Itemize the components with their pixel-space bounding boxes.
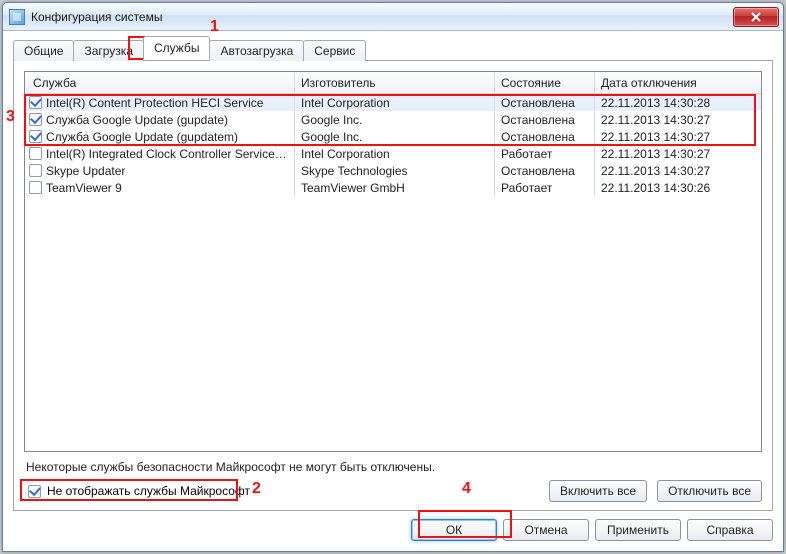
service-checkbox[interactable] (29, 96, 42, 109)
service-state: Остановлена (501, 164, 575, 178)
service-name: Служба Google Update (gupdate) (46, 113, 228, 127)
table-row[interactable]: Skype Updater Skype Technologies Остановле… (25, 162, 761, 179)
hide-microsoft-services[interactable]: Не отображать службы Майкрософт (24, 481, 256, 501)
service-checkbox[interactable] (29, 147, 42, 160)
service-date: 22.11.2013 14:30:27 (601, 147, 710, 161)
service-manufacturer: Skype Technologies (301, 164, 408, 178)
tab-Общие[interactable]: Общие (13, 40, 74, 61)
ok-button[interactable]: ОК (411, 519, 497, 541)
table-row[interactable]: Intel(R) Content Protection HECI Service… (25, 94, 761, 111)
service-date: 22.11.2013 14:30:27 (601, 113, 710, 127)
tab-Службы[interactable]: Службы (143, 36, 210, 60)
security-note: Некоторые службы безопасности Майкрософт… (26, 460, 760, 474)
tabstrip: ОбщиеЗагрузкаСлужбыАвтозагрузкаСервис (13, 37, 773, 60)
service-name: Skype Updater (46, 164, 125, 178)
msconfig-window: Конфигурация системы ОбщиеЗагрузкаСлужбы… (2, 2, 784, 552)
service-date: 22.11.2013 14:30:26 (601, 181, 710, 195)
column-disabled-date[interactable]: Дата отключения (595, 72, 761, 93)
list-body[interactable]: Intel(R) Content Protection HECI Service… (25, 94, 761, 451)
service-name: TeamViewer 9 (46, 181, 122, 195)
service-manufacturer: TeamViewer GmbH (301, 181, 405, 195)
table-row[interactable]: Intel(R) Integrated Clock Controller Ser… (25, 145, 761, 162)
services-listview[interactable]: Служба Изготовитель Состояние Дата отклю… (24, 71, 762, 452)
service-checkbox[interactable] (29, 130, 42, 143)
tab-Загрузка[interactable]: Загрузка (73, 40, 144, 61)
hide-ms-checkbox[interactable] (28, 485, 41, 498)
hide-ms-label: Не отображать службы Майкрософт (47, 484, 250, 498)
cancel-button[interactable]: Отмена (503, 519, 589, 541)
titlebar[interactable]: Конфигурация системы (3, 3, 783, 31)
service-manufacturer: Google Inc. (301, 130, 362, 144)
table-row[interactable]: Служба Google Update (gupdate) Google Inc… (25, 111, 761, 128)
tab-Сервис[interactable]: Сервис (303, 40, 366, 61)
options-row: Не отображать службы Майкрософт Включить… (24, 480, 762, 502)
table-row[interactable]: Служба Google Update (gupdatem) Google In… (25, 128, 761, 145)
service-state: Работает (501, 181, 552, 195)
apply-button[interactable]: Применить (595, 519, 681, 541)
service-checkbox[interactable] (29, 181, 42, 194)
column-state[interactable]: Состояние (495, 72, 595, 93)
window-title: Конфигурация системы (31, 10, 733, 24)
tab-services-pane: Служба Изготовитель Состояние Дата отклю… (13, 60, 773, 511)
service-checkbox[interactable] (29, 113, 42, 126)
help-button[interactable]: Справка (687, 519, 773, 541)
service-name: Intel(R) Content Protection HECI Service (46, 96, 263, 110)
service-state: Остановлена (501, 130, 575, 144)
disable-all-button[interactable]: Отключить все (657, 480, 762, 502)
service-date: 22.11.2013 14:30:27 (601, 164, 710, 178)
service-state: Остановлена (501, 96, 575, 110)
service-state: Остановлена (501, 113, 575, 127)
tab-Автозагрузка[interactable]: Автозагрузка (209, 40, 304, 61)
close-icon (751, 12, 761, 22)
dialog-buttons: ОК Отмена Применить Справка (13, 519, 773, 541)
column-manufacturer[interactable]: Изготовитель (295, 72, 495, 93)
app-icon (9, 9, 25, 25)
service-manufacturer: Intel Corporation (301, 96, 390, 110)
service-state: Работает (501, 147, 552, 161)
service-checkbox[interactable] (29, 164, 42, 177)
table-row[interactable]: TeamViewer 9 TeamViewer GmbH Работает 22.11… (25, 179, 761, 196)
close-button[interactable] (733, 7, 779, 27)
client-area: ОбщиеЗагрузкаСлужбыАвтозагрузкаСервис Сл… (3, 31, 783, 551)
service-date: 22.11.2013 14:30:28 (601, 96, 710, 110)
service-manufacturer: Intel Corporation (301, 147, 390, 161)
column-service[interactable]: Служба (25, 72, 295, 93)
service-manufacturer: Google Inc. (301, 113, 362, 127)
service-name: Служба Google Update (gupdatem) (46, 130, 238, 144)
service-date: 22.11.2013 14:30:27 (601, 130, 710, 144)
service-name: Intel(R) Integrated Clock Controller Ser… (46, 147, 288, 161)
enable-all-button[interactable]: Включить все (549, 480, 647, 502)
list-header[interactable]: Служба Изготовитель Состояние Дата отклю… (25, 72, 761, 94)
